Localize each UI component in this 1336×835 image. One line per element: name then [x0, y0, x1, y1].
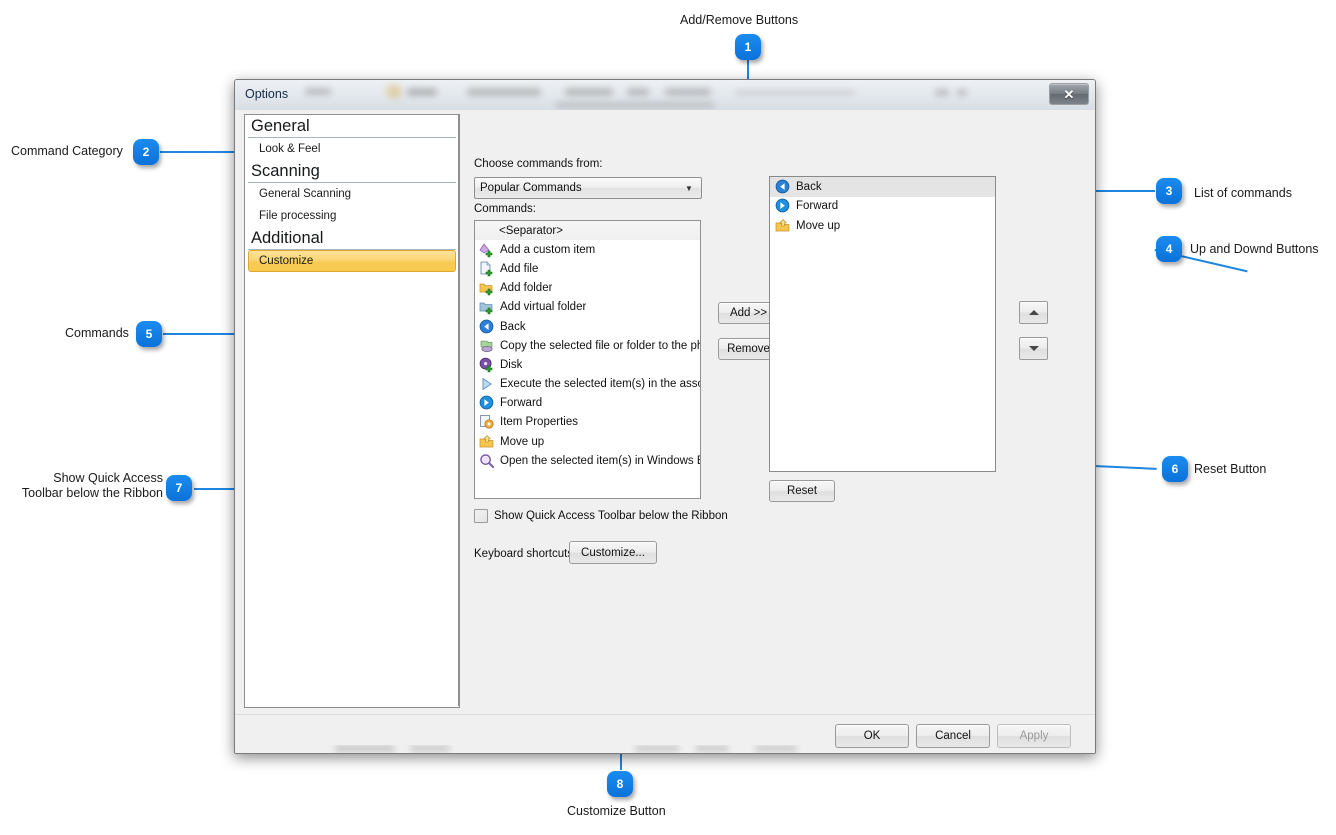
show-qat-below-ribbon-checkbox[interactable]: Show Quick Access Toolbar below the Ribb… — [474, 509, 728, 523]
callout-label-6: Reset Button — [1194, 462, 1266, 477]
callout-badge-3[interactable]: 3 — [1156, 178, 1182, 204]
callout-label-5: Commands — [65, 326, 129, 341]
add-file-icon — [479, 261, 495, 277]
callout-label-3: List of commands — [1194, 186, 1292, 201]
nav-group-scanning: Scanning — [248, 160, 456, 183]
callout-label-7: Show Quick Access Toolbar below the Ribb… — [13, 471, 163, 501]
command-list-item-label: Forward — [500, 397, 542, 409]
command-list-item[interactable]: Back — [475, 317, 700, 336]
command-list-item-label: Add a custom item — [500, 244, 595, 256]
command-list-item[interactable]: Add folder — [475, 279, 700, 298]
copy-to-physical-icon — [479, 338, 495, 354]
category-sidebar: General Look & Feel Scanning General Sca… — [244, 114, 460, 708]
command-list-item-label: Move up — [500, 436, 544, 448]
command-list-item[interactable]: <Separator> — [475, 221, 700, 240]
command-category-select[interactable]: Popular Commands ▼ — [474, 177, 702, 199]
command-list-item[interactable]: Item Properties — [475, 413, 700, 432]
item-properties-icon — [479, 414, 495, 430]
command-list-item[interactable]: Open the selected item(s) in Windows Exp — [475, 451, 700, 470]
screenshot-root: 1 Add/Remove Buttons 2 Command Category … — [0, 0, 1336, 835]
background-window-blur-bottom — [235, 745, 1095, 754]
callout-label-1: Add/Remove Buttons — [680, 13, 798, 28]
command-list-item[interactable]: Add file — [475, 259, 700, 278]
selected-command-label: Move up — [796, 220, 840, 232]
choose-commands-from-label: Choose commands from: — [474, 158, 602, 170]
callout-label-8: Customize Button — [567, 804, 666, 819]
reset-button[interactable]: Reset — [769, 480, 835, 502]
callout-badge-1[interactable]: 1 — [735, 34, 761, 60]
add-virtual-folder-icon — [479, 299, 495, 315]
execute-icon — [479, 376, 495, 392]
callout-badge-6[interactable]: 6 — [1162, 456, 1188, 482]
move-up-icon — [479, 434, 495, 450]
add-custom-item-icon — [479, 242, 495, 258]
selected-command-item[interactable]: Forward — [770, 197, 995, 217]
command-list-item-label: Copy the selected file or folder to the … — [500, 340, 700, 352]
selected-command-item[interactable]: Back — [770, 177, 995, 197]
nav-group-additional: Additional — [248, 227, 456, 250]
command-list-item[interactable]: Disk — [475, 355, 700, 374]
keyboard-customize-button[interactable]: Customize... — [569, 541, 657, 564]
sidebar-item-file-processing[interactable]: File processing — [248, 205, 456, 227]
move-up-icon — [775, 218, 791, 234]
callout-badge-5[interactable]: 5 — [136, 321, 162, 347]
dialog-footer: OK Cancel Apply — [235, 714, 1095, 754]
command-category-value: Popular Commands — [475, 182, 681, 194]
command-list-item-label: Disk — [500, 359, 522, 371]
callout-label-2: Command Category — [11, 144, 123, 159]
sidebar-item-general-scanning[interactable]: General Scanning — [248, 183, 456, 205]
command-list-item[interactable]: Add a custom item — [475, 240, 700, 259]
callout-badge-7[interactable]: 7 — [166, 475, 192, 501]
customize-pane: Choose commands from: Popular Commands ▼… — [459, 114, 1086, 706]
command-list-item[interactable]: Forward — [475, 394, 700, 413]
sidebar-item-look-and-feel[interactable]: Look & Feel — [248, 138, 456, 160]
show-qat-below-ribbon-label: Show Quick Access Toolbar below the Ribb… — [494, 510, 728, 522]
command-list-item-label: Add file — [500, 263, 538, 275]
callout-label-4: Up and Downd Buttons — [1190, 242, 1319, 257]
command-list-item-label: Add folder — [500, 282, 552, 294]
options-dialog: Options ✕ General Look & Feel Scanning G… — [234, 79, 1096, 754]
move-up-button[interactable] — [1019, 301, 1048, 324]
sidebar-item-customize[interactable]: Customize — [248, 250, 456, 272]
close-icon[interactable]: ✕ — [1049, 83, 1089, 105]
command-list-item-label: Open the selected item(s) in Windows Exp — [500, 455, 700, 467]
command-list-item[interactable]: Add virtual folder — [475, 298, 700, 317]
disk-icon — [479, 357, 495, 373]
forward-icon — [479, 395, 495, 411]
command-list-item[interactable]: Execute the selected item(s) in the asso… — [475, 375, 700, 394]
selected-command-item[interactable]: Move up — [770, 216, 995, 236]
close-glyph: ✕ — [1064, 88, 1075, 101]
dialog-body: General Look & Feel Scanning General Sca… — [235, 110, 1095, 714]
move-down-button[interactable] — [1019, 337, 1048, 360]
background-window-blur — [235, 80, 1095, 110]
open-in-explorer-icon — [479, 453, 495, 469]
nav-group-general: General — [248, 115, 456, 138]
command-list-item-label: Add virtual folder — [500, 301, 586, 313]
commands-label: Commands: — [474, 203, 536, 215]
available-commands-list[interactable]: <Separator> Add a custom item Add file Add … — [474, 220, 701, 499]
command-list-item-label: Execute the selected item(s) in the asso… — [500, 378, 700, 390]
add-folder-icon — [479, 280, 495, 296]
chevron-down-icon: ▼ — [681, 184, 701, 193]
command-list-item-label: Back — [500, 321, 526, 333]
command-list-item[interactable]: Move up — [475, 432, 700, 451]
command-list-item[interactable]: Copy the selected file or folder to the … — [475, 336, 700, 355]
forward-icon — [775, 198, 791, 214]
command-list-item-label: Item Properties — [500, 416, 578, 428]
arrow-down-icon — [1029, 346, 1039, 351]
dialog-titlebar: Options ✕ — [235, 80, 1095, 111]
keyboard-shortcuts-label: Keyboard shortcuts: — [474, 548, 576, 560]
checkbox-box-icon — [474, 509, 488, 523]
selected-command-label: Forward — [796, 200, 838, 212]
callout-badge-4[interactable]: 4 — [1156, 236, 1182, 262]
callout-badge-2[interactable]: 2 — [133, 139, 159, 165]
arrow-up-icon — [1029, 310, 1039, 315]
selected-command-label: Back — [796, 181, 822, 193]
back-icon — [479, 319, 495, 335]
dialog-title: Options — [245, 87, 288, 101]
back-icon — [775, 179, 791, 195]
command-list-item-label: <Separator> — [499, 225, 563, 237]
callout-badge-8[interactable]: 8 — [607, 771, 633, 797]
selected-commands-list[interactable]: Back Forward Move up — [769, 176, 996, 472]
